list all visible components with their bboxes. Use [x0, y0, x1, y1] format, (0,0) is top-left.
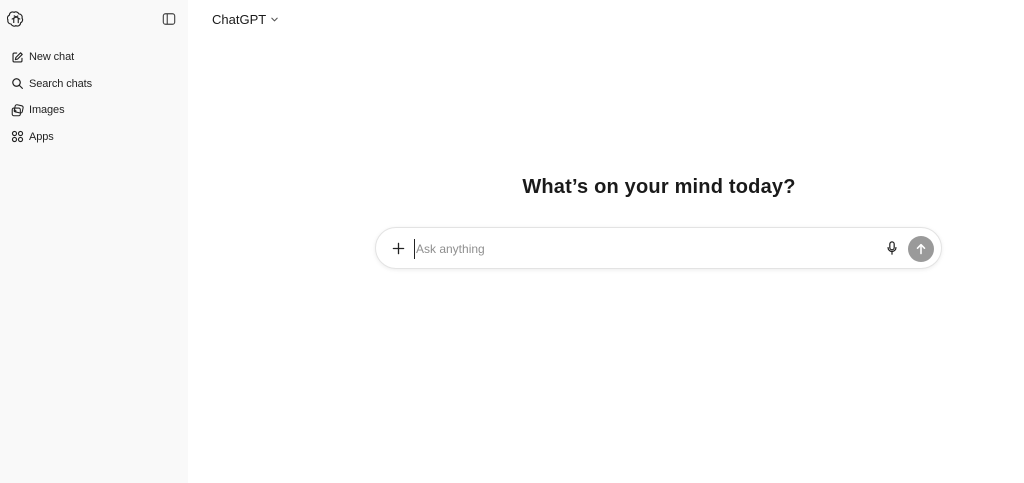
composer [375, 227, 942, 269]
sidebar-item-images[interactable]: Images [2, 97, 186, 124]
sidebar-item-label: Apps [29, 130, 54, 143]
sidebar-item-label: Search chats [29, 77, 93, 90]
sidebar-item-label: Images [29, 104, 65, 117]
sidebar: New chat Search chats Images Apps [0, 0, 188, 483]
openai-logo-icon[interactable] [6, 9, 26, 29]
search-icon [10, 77, 24, 91]
app-window: New chat Search chats Images Apps ChatGP… [0, 0, 1024, 483]
sidebar-nav: New chat Search chats Images Apps [0, 44, 188, 150]
edit-icon [10, 50, 24, 64]
model-selector[interactable]: ChatGPT [212, 10, 279, 28]
sidebar-item-label: New chat [29, 51, 75, 64]
images-icon [10, 103, 24, 117]
apps-icon [10, 130, 24, 144]
sidebar-item-new-chat[interactable]: New chat [2, 44, 186, 71]
send-button[interactable] [908, 236, 934, 262]
sidebar-item-search-chats[interactable]: Search chats [2, 71, 186, 98]
sidebar-toggle-icon[interactable] [159, 9, 179, 29]
page-title: What’s on your mind today? [522, 176, 796, 198]
sidebar-item-apps[interactable]: Apps [2, 124, 186, 151]
prompt-input[interactable] [414, 239, 874, 259]
plus-icon[interactable] [389, 239, 407, 257]
chevron-down-icon [270, 15, 279, 24]
mic-icon[interactable] [884, 240, 900, 256]
model-label: ChatGPT [212, 11, 267, 27]
main-panel: ChatGPT What’s on your mind today? [188, 0, 1024, 483]
arrow-up-icon [915, 243, 927, 255]
